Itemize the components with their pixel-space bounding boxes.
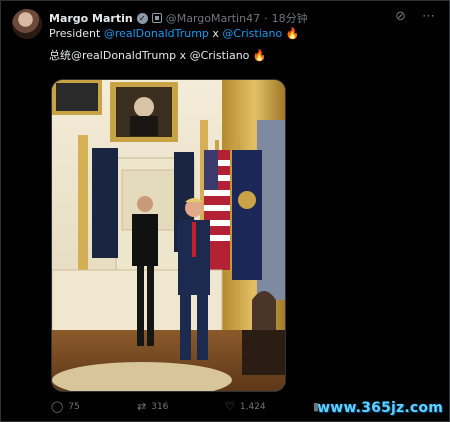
repost-icon: ⇄ [137,400,147,413]
mention-link-cristiano[interactable]: @Cristiano [222,27,282,40]
tweet-header: Margo Martin ✓ @MargoMartin47 · 18分钟 [49,10,308,26]
like-button[interactable]: ♡ 1,424 [225,400,266,413]
author-name[interactable]: Margo Martin [49,12,133,25]
author-handle[interactable]: @MargoMartin47 [166,12,260,25]
tweet-text-line-1: President @realDonaldTrump x @Cristiano … [49,27,299,40]
reply-icon: ◯ [51,400,64,413]
tweet-text-prefix: President [49,27,104,40]
more-icon[interactable]: ⋯ [422,9,435,24]
like-count: 1,424 [239,401,266,412]
avatar[interactable] [12,9,42,39]
tweet-card[interactable]: Margo Martin ✓ @MargoMartin47 · 18分钟 ⊘ ⋯… [0,0,450,422]
tweet-text-translated: 总统@realDonaldTrump x @Cristiano [49,49,250,62]
reply-button[interactable]: ◯ 75 [51,400,80,413]
repost-count: 316 [151,401,169,412]
header-actions: ⊘ ⋯ [395,9,435,24]
tweet-time[interactable]: 18分钟 [272,10,308,26]
repost-button[interactable]: ⇄ 316 [137,400,168,413]
verified-badge-icon: ✓ [136,12,148,24]
fire-emoji-2: 🔥 [252,49,267,62]
tweet-text-line-2: 总统@realDonaldTrump x @Cristiano 🔥 [49,47,267,63]
site-watermark: www.365jz.com [317,400,443,416]
grok-icon[interactable]: ⊘ [395,9,406,24]
mention-link-trump[interactable]: @realDonaldTrump [104,27,209,40]
oval-office-photo [52,80,285,391]
tweet-text-x: x [208,27,223,40]
fire-emoji: 🔥 [285,27,300,40]
tweet-photo[interactable] [51,79,286,392]
separator-dot: · [264,11,268,25]
reply-count: 75 [68,401,80,412]
government-badge-icon[interactable] [151,13,162,23]
heart-icon: ♡ [225,400,235,413]
